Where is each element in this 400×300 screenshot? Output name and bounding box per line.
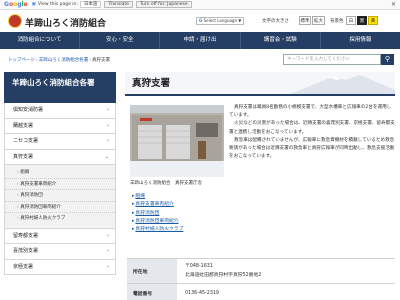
link-fire-corps[interactable]: 真狩消防団 — [132, 210, 183, 218]
description-paragraph: 真狩支署は職員8名勤務の小規模支署で、大型水槽車と広報車の2台を運用しています。 — [229, 105, 392, 119]
table-row: 電話番号 0136-45-2319 — [127, 283, 395, 300]
sidebar-item-label: ニセコ支署 — [13, 138, 39, 144]
description-paragraph: 火災などの災害があった場合は、近隣支署の喜茂別支署、京極支署、留寿都支署と連携し… — [229, 121, 395, 135]
sidebar-submenu: 組織 真狩支署車両紹介 真狩消防団 真狩消防団車両紹介 真狩村婦人防火クラブ — [4, 165, 116, 229]
search-icon[interactable]: ⚲ — [381, 54, 394, 65]
sidebar-heading: 羊蹄山ろく消防組合各署 — [4, 72, 116, 103]
address-value: 〒048-1631 北海道虻田郡真狩村字真狩52番地2 — [177, 258, 395, 284]
mountain-decoration-icon — [290, 75, 395, 94]
bg-color-label: 背景色 — [330, 19, 344, 24]
site-search-input[interactable]: キーワードを入力してください — [283, 54, 381, 65]
google-translate-bar: Google ▣ View this page in: 日本語 Translat… — [0, 0, 400, 10]
site-title[interactable]: 羊蹄山ろく消防組合 — [25, 16, 106, 29]
bg-yellow-button[interactable]: 黄 — [368, 16, 378, 25]
breadcrumb-separator: › — [89, 58, 92, 63]
sidebar-item-label: 京極支署 — [13, 263, 34, 270]
station-description: 真狩支署は職員8名勤務の小規模支署で、大型水槽車と広報車の2台を運用しています。… — [229, 104, 395, 161]
site-header: 羊蹄山ろく消防組合 G Select Language ▼ 文字の大きさ 標準 … — [0, 10, 400, 32]
chevron-right-icon: › — [107, 138, 109, 144]
sidebar-subitem-fire-corps[interactable]: 真狩消防団 — [5, 190, 115, 202]
sidebar-subitem-vehicles[interactable]: 真狩支署車両紹介 — [5, 179, 115, 190]
main-nav: 消防組合について 安心・安全 申請・届け出 講習会・試験 採用情報 — [0, 32, 400, 49]
phone-label: 電話番号 — [127, 283, 177, 300]
nav-item-courses[interactable]: 講習会・試験 — [239, 32, 320, 49]
sidebar: 羊蹄山ろく消防組合各署 俱知安消防署 › 蘭越支署 › ニセコ支署 › 真狩支署 ⌄ 組… — [4, 72, 116, 275]
font-standard-button[interactable]: 標準 — [299, 16, 311, 25]
chevron-down-icon: ⌄ — [104, 153, 109, 160]
sidebar-item-kimobetsu[interactable]: 喜茂別支署 › — [4, 244, 116, 260]
sidebar-item-rankoshi[interactable]: 蘭越支署 › — [4, 118, 116, 134]
chevron-right-icon: › — [107, 122, 109, 129]
sidebar-item-niseko[interactable]: ニセコ支署 › — [4, 134, 116, 150]
chevron-right-icon: › — [107, 248, 109, 254]
breadcrumb-stations[interactable]: 羊蹄山ろく消防組合各署 — [39, 58, 89, 63]
sidebar-subitem-organization[interactable]: 組織 — [5, 167, 115, 179]
breadcrumb: トップページ›羊蹄山ろく消防組合各署›真狩支署 — [8, 57, 110, 63]
sidebar-item-label: 留寿都支署 — [13, 232, 39, 239]
station-info-table: 所在地 〒048-1631 北海道虻田郡真狩村字真狩52番地2 電話番号 0136… — [127, 258, 395, 300]
font-large-button[interactable]: 拡大 — [312, 16, 325, 25]
bg-white-button[interactable]: 白 — [346, 16, 356, 25]
breadcrumb-separator: › — [35, 58, 38, 63]
sidebar-subitem-womens-club[interactable]: 真狩村婦人防火クラブ — [5, 213, 115, 225]
link-organization[interactable]: 組織 — [132, 193, 183, 201]
link-womens-club[interactable]: 真狩村婦人防火クラブ — [132, 226, 183, 234]
sidebar-item-label: 俱知安消防署 — [13, 107, 44, 113]
description-paragraph: 救急車は配備されていませんが、広報車に救急資機材を積載しているため救急要請があっ… — [229, 137, 395, 160]
google-translate-select[interactable]: G Select Language ▼ — [196, 17, 244, 25]
sidebar-item-label: 真狩支署 — [13, 153, 34, 160]
address-line: 北海道虻田郡真狩村字真狩52番地2 — [185, 273, 262, 278]
chevron-right-icon: › — [107, 263, 109, 270]
sidebar-item-kutchan[interactable]: 俱知安消防署 › — [4, 103, 116, 119]
chevron-right-icon: › — [107, 107, 109, 113]
site-logo[interactable] — [8, 14, 22, 28]
sidebar-item-kyogoku[interactable]: 京極支署 › — [4, 259, 116, 275]
link-corps-vehicles[interactable]: 真狩消防団車両紹介 — [132, 218, 183, 226]
breadcrumb-current: 真狩支署 — [92, 58, 111, 63]
translate-button[interactable]: Translate — [104, 1, 133, 8]
chevron-right-icon: › — [107, 232, 109, 239]
photo-caption: 羊蹄山ろく消防組合 真狩支署庁舎 — [130, 181, 202, 186]
fire-station-image — [130, 105, 224, 177]
breadcrumb-home[interactable]: トップページ — [8, 58, 35, 63]
main-content: 真狩支署 — [125, 72, 395, 96]
address-label: 所在地 — [127, 258, 177, 284]
table-row: 所在地 〒048-1631 北海道虻田郡真狩村字真狩52番地2 — [127, 258, 395, 284]
station-photo — [130, 105, 224, 177]
nav-item-safety[interactable]: 安心・安全 — [79, 32, 159, 49]
turn-off-translate-button[interactable]: Turn off for: Japanese — [135, 1, 192, 8]
phone-value: 0136-45-2319 — [177, 283, 395, 300]
link-vehicles[interactable]: 真狩支署車両紹介 — [132, 201, 183, 209]
postal-code: 〒048-1631 — [185, 264, 213, 269]
close-icon[interactable]: ✕ — [391, 1, 396, 8]
sidebar-subitem-corps-vehicles[interactable]: 真狩消防団車両紹介 — [5, 202, 115, 213]
sidebar-item-rusutsu[interactable]: 留寿都支署 › — [4, 228, 116, 244]
page-title-bar: 真狩支署 — [125, 72, 395, 96]
google-logo: Google — [4, 1, 28, 8]
sidebar-item-label: 蘭越支署 — [13, 122, 34, 129]
sidebar-item-makkari[interactable]: 真狩支署 ⌄ — [4, 149, 116, 165]
view-page-label: View this page in: — [37, 2, 78, 7]
translate-language-select[interactable]: 日本語 — [79, 1, 102, 8]
related-links: 組織 真狩支署車両紹介 真狩消防団 真狩消防団車両紹介 真狩村婦人防火クラブ — [132, 193, 183, 234]
font-size-label: 文字の大きさ — [262, 19, 289, 24]
nav-item-recruit[interactable]: 採用情報 — [319, 32, 400, 49]
nav-item-applications[interactable]: 申請・届け出 — [159, 32, 239, 49]
bg-black-button[interactable]: 黒 — [357, 16, 367, 25]
sidebar-item-label: 喜茂別支署 — [13, 248, 39, 254]
translate-icon: ▣ — [31, 2, 36, 7]
nav-item-about[interactable]: 消防組合について — [0, 32, 79, 49]
